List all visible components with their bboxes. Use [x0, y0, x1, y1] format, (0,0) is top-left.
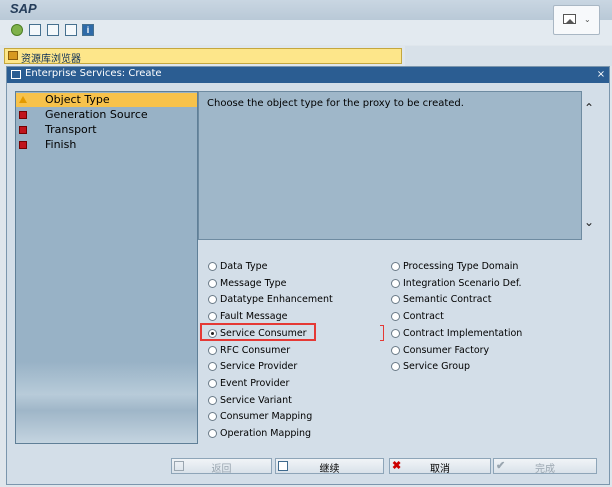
instruction-panel: Choose the object type for the proxy to …	[198, 91, 582, 240]
error-icon	[19, 111, 27, 119]
radio-button[interactable]	[391, 279, 400, 288]
sap-logo: SAP	[10, 1, 37, 16]
option-label: Consumer Factory	[403, 345, 490, 356]
display-icon[interactable]	[47, 24, 59, 36]
option-label: Semantic Contract	[403, 294, 492, 305]
dialog-title: Enterprise Services: Create	[25, 68, 162, 79]
radio-button[interactable]	[391, 312, 400, 321]
option-label: Service Group	[403, 361, 471, 372]
option-label: Contract Implementation	[403, 328, 523, 339]
dialog-title-bar: Enterprise Services: Create ×	[7, 67, 609, 83]
repository-icon	[8, 51, 18, 60]
option-label: Data Type	[220, 261, 268, 272]
dialog-icon	[11, 70, 21, 79]
step-label: Finish	[45, 138, 77, 151]
radio-button[interactable]	[208, 295, 217, 304]
radio-button[interactable]	[391, 295, 400, 304]
radio-button[interactable]	[391, 329, 400, 338]
repository-browser-label: 资源库浏览器	[21, 54, 81, 65]
sap-toolbar: i	[0, 20, 612, 45]
radio-button[interactable]	[208, 262, 217, 271]
complete-button[interactable]: ✔ 完成	[493, 458, 597, 475]
scroll-down-icon[interactable]: ⌄	[584, 215, 594, 229]
image-icon	[563, 14, 576, 24]
option-label: RFC Consumer	[220, 345, 291, 356]
radio-button[interactable]	[208, 362, 217, 371]
step-label: Transport	[45, 123, 97, 136]
enterprise-services-dialog: Enterprise Services: Create × Object Typ…	[6, 66, 610, 485]
info-icon[interactable]: i	[82, 24, 94, 36]
step-object-type[interactable]: Object Type	[16, 93, 197, 107]
back-label: 返回	[211, 464, 232, 475]
radio-button[interactable]	[391, 362, 400, 371]
chevron-down-icon: ⌄	[584, 15, 591, 24]
continue-label: 继续	[319, 464, 340, 475]
cancel-label: 取消	[430, 464, 450, 475]
option-label: Service Provider	[220, 361, 298, 372]
annotation-bracket	[380, 325, 384, 341]
option-label: Datatype Enhancement	[220, 294, 333, 305]
document-icon[interactable]	[65, 24, 77, 36]
panel-background	[16, 362, 197, 443]
option-label: Consumer Mapping	[220, 411, 313, 422]
option-label: Fault Message	[220, 311, 288, 322]
step-finish[interactable]: Finish	[16, 138, 197, 152]
step-transport[interactable]: Transport	[16, 123, 197, 137]
execute-icon[interactable]	[11, 24, 23, 36]
scroll-up-icon[interactable]: ⌃	[584, 101, 594, 115]
cancel-button[interactable]: ✖ 取消	[389, 458, 491, 475]
option-label: Service Variant	[220, 395, 292, 406]
step-generation-source[interactable]: Generation Source	[16, 108, 197, 122]
wizard-steps-panel: Object Type Generation Source Transport …	[15, 91, 198, 444]
back-button[interactable]: 返回	[171, 458, 272, 475]
error-icon	[19, 126, 27, 134]
sap-header: SAP	[0, 0, 612, 20]
radio-button[interactable]	[208, 312, 217, 321]
close-icon[interactable]: ×	[594, 67, 608, 83]
option-label: Message Type	[220, 278, 287, 289]
option-label: Integration Scenario Def.	[403, 278, 522, 289]
radio-button[interactable]	[208, 346, 217, 355]
instruction-text: Choose the object type for the proxy to …	[207, 98, 464, 109]
complete-label: 完成	[535, 464, 555, 475]
radio-button[interactable]	[208, 429, 217, 438]
screen-menu-button[interactable]: ⌄	[553, 5, 600, 35]
step-label: Generation Source	[45, 108, 148, 121]
radio-button[interactable]	[208, 379, 217, 388]
error-icon	[19, 141, 27, 149]
option-label: Contract	[403, 311, 444, 322]
option-label: Operation Mapping	[220, 428, 312, 439]
background-panel	[405, 46, 612, 66]
selection-highlight	[200, 323, 316, 341]
radio-button[interactable]	[208, 396, 217, 405]
option-label: Event Provider	[220, 378, 290, 389]
step-label: Object Type	[45, 93, 110, 106]
repository-browser-bar[interactable]: 资源库浏览器	[4, 48, 402, 65]
radio-button[interactable]	[208, 412, 217, 421]
continue-button[interactable]: 继续	[275, 458, 384, 475]
radio-button[interactable]	[208, 279, 217, 288]
radio-button[interactable]	[391, 262, 400, 271]
copy-icon[interactable]	[29, 24, 41, 36]
option-label: Processing Type Domain	[403, 261, 519, 272]
radio-button[interactable]	[391, 346, 400, 355]
warning-icon	[19, 96, 27, 103]
